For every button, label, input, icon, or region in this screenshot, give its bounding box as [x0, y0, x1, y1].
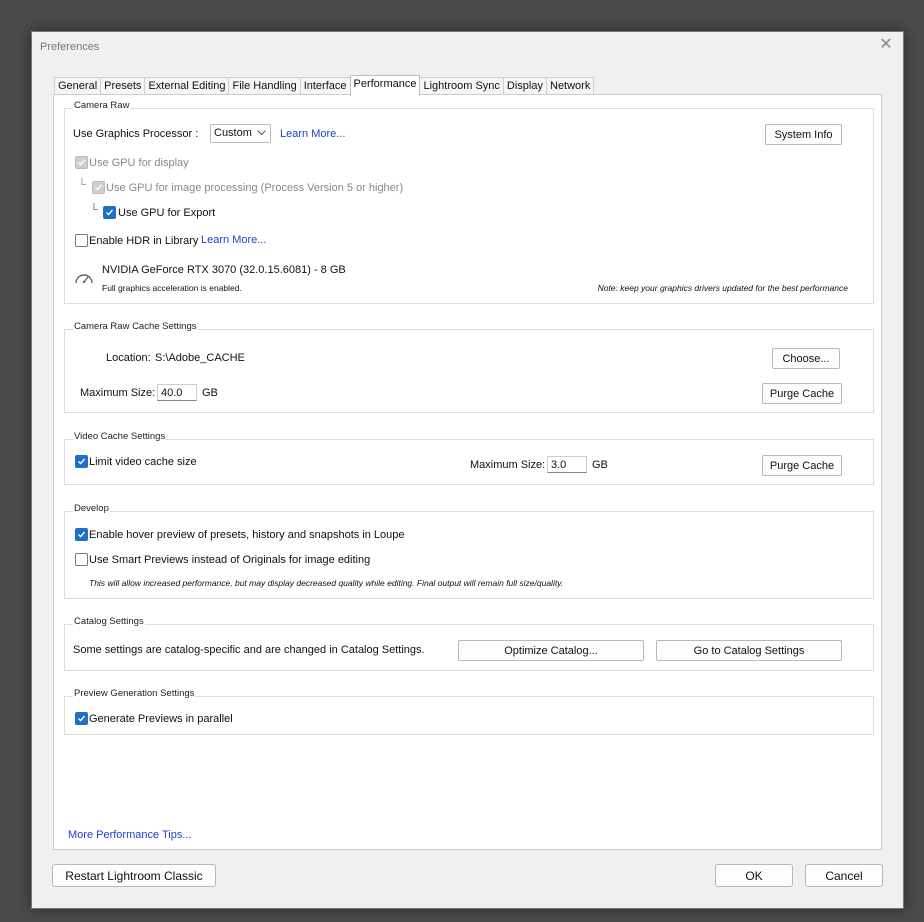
gpu-display-checkbox[interactable]	[75, 156, 88, 169]
purge-video-cache-button[interactable]: Purge Cache	[762, 455, 842, 476]
preview-generation-group: Preview Generation Settings Generate Pre…	[64, 688, 874, 735]
tab-network[interactable]: Network	[546, 77, 595, 95]
gpu-select-value: Custom	[214, 127, 252, 139]
chevron-down-icon	[257, 130, 266, 136]
hover-preview-checkbox[interactable]	[75, 528, 88, 541]
catalog-description: Some settings are catalog-specific and a…	[73, 644, 425, 656]
tab-file-handling[interactable]: File Handling	[228, 77, 301, 95]
smart-previews-label: Use Smart Previews instead of Originals …	[89, 554, 371, 566]
gpu-select[interactable]: Custom	[210, 124, 271, 143]
tab-general[interactable]: General	[54, 77, 102, 95]
tab-lightroom-sync[interactable]: Lightroom Sync	[419, 77, 504, 95]
parallel-previews-label: Generate Previews in parallel	[89, 713, 233, 725]
develop-title: Develop	[73, 503, 110, 514]
gpu-export-checkbox[interactable]	[103, 206, 116, 219]
choose-button[interactable]: Choose...	[772, 348, 840, 369]
cache-unit: GB	[202, 387, 218, 399]
hdr-learn-more-link[interactable]: Learn More...	[201, 234, 266, 246]
gpu-learn-more-link[interactable]: Learn More...	[280, 128, 345, 140]
more-performance-tips-link[interactable]: More Performance Tips...	[68, 829, 192, 841]
gpu-processing-label: Use GPU for image processing (Process Ve…	[106, 182, 404, 194]
video-max-size-input[interactable]: 3.0	[547, 456, 587, 473]
cache-max-size-input[interactable]: 40.0	[157, 384, 197, 401]
close-icon[interactable]: ✕	[877, 36, 895, 54]
tab-display[interactable]: Display	[502, 77, 547, 95]
smart-previews-note: This will allow increased performance, b…	[89, 578, 564, 588]
check-icon	[78, 531, 86, 538]
cache-settings-group: Camera Raw Cache Settings Location: S:\A…	[64, 321, 874, 413]
window-title: Preferences	[40, 41, 100, 53]
acceleration-status: Full graphics acceleration is enabled.	[102, 283, 242, 293]
video-cache-unit: GB	[592, 459, 608, 471]
gpu-display-label: Use GPU for display	[89, 157, 189, 169]
hdr-library-label: Enable HDR in Library	[89, 235, 199, 247]
video-cache-group: Video Cache Settings Limit video cache s…	[64, 431, 874, 485]
check-icon	[78, 458, 86, 465]
optimize-catalog-button[interactable]: Optimize Catalog...	[458, 640, 644, 661]
tree-connector: └	[90, 204, 98, 216]
location-label: Location:	[106, 352, 151, 364]
system-info-button[interactable]: System Info	[765, 124, 842, 145]
limit-video-cache-checkbox[interactable]	[75, 455, 88, 468]
gpu-export-label: Use GPU for Export	[118, 207, 216, 219]
preview-generation-title: Preview Generation Settings	[73, 688, 196, 699]
cache-settings-title: Camera Raw Cache Settings	[73, 321, 198, 332]
tree-connector: └	[78, 179, 86, 191]
check-icon	[106, 209, 114, 216]
video-cache-title: Video Cache Settings	[73, 431, 167, 442]
video-max-size-label: Maximum Size:	[470, 459, 546, 471]
purge-cache-button[interactable]: Purge Cache	[762, 383, 842, 404]
limit-video-cache-label: Limit video cache size	[89, 456, 197, 468]
hover-preview-label: Enable hover preview of presets, history…	[89, 529, 405, 541]
gpu-processing-checkbox[interactable]	[92, 181, 105, 194]
cache-max-size-label: Maximum Size:	[80, 387, 156, 399]
catalog-settings-group: Catalog Settings Some settings are catal…	[64, 616, 874, 671]
restart-lightroom-button[interactable]: Restart Lightroom Classic	[52, 864, 216, 887]
hdr-library-checkbox[interactable]	[75, 234, 88, 247]
tab-presets[interactable]: Presets	[100, 77, 146, 95]
go-to-catalog-settings-button[interactable]: Go to Catalog Settings	[656, 640, 842, 661]
catalog-settings-title: Catalog Settings	[73, 616, 145, 627]
parallel-previews-checkbox[interactable]	[75, 712, 88, 725]
tab-bar: General Presets External Editing File Ha…	[54, 75, 595, 96]
driver-note: Note: keep your graphics drivers updated…	[597, 283, 848, 293]
gpu-label: Use Graphics Processor :	[73, 128, 199, 140]
ok-button[interactable]: OK	[715, 864, 793, 887]
tab-external-editing[interactable]: External Editing	[144, 77, 230, 95]
performance-panel: Camera Raw Use Graphics Processor : Cust…	[53, 94, 882, 850]
title-bar: Preferences ✕	[32, 32, 903, 62]
develop-group: Develop Enable hover preview of presets,…	[64, 503, 874, 599]
camera-raw-title: Camera Raw	[73, 100, 131, 111]
tab-performance[interactable]: Performance	[349, 75, 421, 96]
check-icon	[95, 184, 103, 191]
cancel-button[interactable]: Cancel	[805, 864, 883, 887]
gpu-name: NVIDIA GeForce RTX 3070 (32.0.15.6081) -…	[102, 264, 346, 276]
check-icon	[78, 159, 86, 166]
location-value: S:\Adobe_CACHE	[155, 352, 245, 364]
tab-interface[interactable]: Interface	[299, 77, 351, 95]
gauge-icon	[75, 274, 93, 284]
preferences-window: Preferences ✕ General Presets External E…	[31, 31, 904, 909]
check-icon	[78, 715, 86, 722]
camera-raw-group: Camera Raw Use Graphics Processor : Cust…	[64, 100, 874, 304]
smart-previews-checkbox[interactable]	[75, 553, 88, 566]
